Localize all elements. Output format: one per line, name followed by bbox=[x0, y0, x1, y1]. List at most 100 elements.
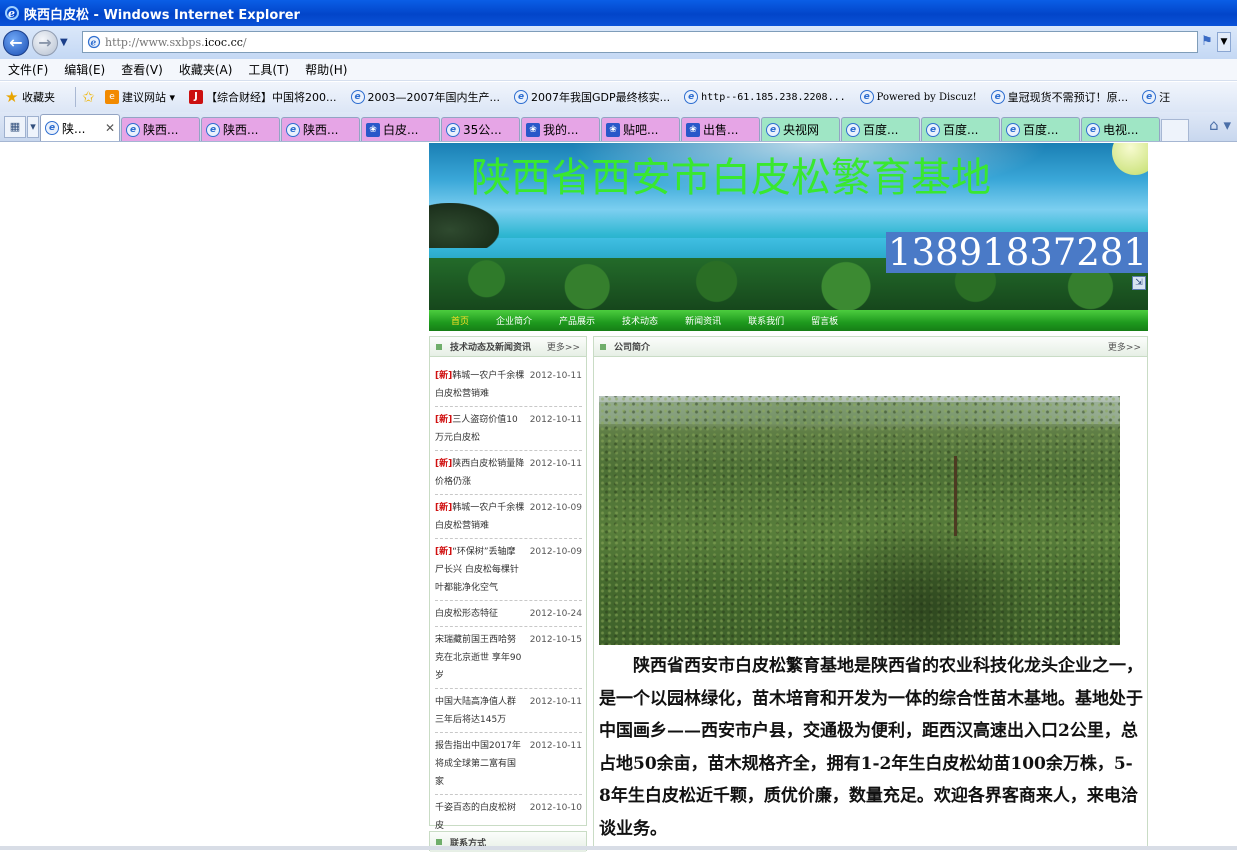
ie-logo-icon: e bbox=[5, 6, 19, 20]
favorite-link[interactable]: e 2003—2007年国内生产... bbox=[350, 89, 500, 105]
favorite-link[interactable]: e http--61.185.238.2208... bbox=[684, 90, 846, 104]
news-item[interactable]: 报告指出中国2017年将成全球第二富有国家 2012-10-11 bbox=[435, 733, 582, 795]
favorite-link-label: 汪 bbox=[1159, 91, 1171, 104]
browser-tab[interactable]: e 35公... bbox=[441, 117, 520, 141]
nav-products[interactable]: 产品展示 bbox=[559, 314, 595, 327]
news-title-text: 千姿百态的白皮松树皮 bbox=[435, 803, 517, 831]
forward-button[interactable]: → bbox=[32, 29, 58, 56]
news-list: [新]韩城一农户千余棵白皮松营销难 2012-10-11 [新]三人盗窃价值10万元… bbox=[430, 357, 586, 839]
window-title: 陕西白皮松 - Windows Internet Explorer bbox=[24, 7, 300, 23]
favorites-label: 收藏夹 bbox=[22, 91, 55, 104]
menu-help[interactable]: 帮助(H) bbox=[297, 61, 355, 78]
favorite-link[interactable]: e 2007年我国GDP最终核实... bbox=[514, 89, 670, 105]
menu-tools[interactable]: 工具(T) bbox=[240, 61, 297, 78]
menu-file[interactable]: 文件(F) bbox=[0, 61, 56, 78]
ie-page-icon: e bbox=[446, 122, 460, 137]
tab-list-dropdown[interactable]: ▾ bbox=[27, 116, 39, 138]
bullet-icon bbox=[600, 343, 606, 350]
news-title[interactable]: [新]陕西白皮松销量降价格仍涨 bbox=[435, 455, 524, 491]
news-item[interactable]: [新]“环保树”丢轴摩尸长兴 白皮松每棵针叶都能净化空气 2012-10-09 bbox=[435, 539, 582, 601]
menu-bar: 文件(F) 编辑(E) 查看(V) 收藏夹(A) 工具(T) 帮助(H) bbox=[0, 59, 1237, 81]
browser-tab[interactable]: ❀ 出售... bbox=[681, 117, 760, 141]
browser-tab[interactable]: e 央视网 bbox=[761, 117, 840, 141]
nav-guestbook[interactable]: 留言板 bbox=[811, 314, 838, 327]
news-title[interactable]: [新]韩城一农户千余棵白皮松营销难 bbox=[435, 499, 524, 535]
intro-more-link[interactable]: 更多>> bbox=[1108, 340, 1141, 353]
quick-tabs-button[interactable]: ▦ bbox=[4, 116, 26, 138]
news-title[interactable]: 报告指出中国2017年将成全球第二富有国家 bbox=[435, 737, 524, 791]
back-arrow-icon: ← bbox=[9, 33, 23, 52]
news-title[interactable]: 白皮松形态特征 bbox=[435, 605, 524, 623]
banner-phone: 13891837281 bbox=[886, 231, 1148, 274]
news-item[interactable]: 宋瑞藏前国王西哈努克在北京逝世 享年90岁 2012-10-15 bbox=[435, 627, 582, 689]
menu-favorites[interactable]: 收藏夹(A) bbox=[171, 61, 241, 78]
nav-home[interactable]: 首页 bbox=[451, 314, 469, 327]
news-item[interactable]: [新]韩城一农户千余棵白皮松营销难 2012-10-11 bbox=[435, 363, 582, 407]
news-title[interactable]: 宋瑞藏前国王西哈努克在北京逝世 享年90岁 bbox=[435, 631, 524, 685]
browser-tab[interactable]: e 陕西... bbox=[121, 117, 200, 141]
url-suffix: / bbox=[242, 35, 247, 49]
browser-tab[interactable]: e 陕西... bbox=[281, 117, 360, 141]
favorite-link[interactable]: J 【综合财经】中国将200... bbox=[189, 89, 337, 105]
ie-page-icon: e bbox=[990, 90, 1005, 104]
menu-edit[interactable]: 编辑(E) bbox=[56, 61, 113, 78]
menu-view[interactable]: 查看(V) bbox=[113, 61, 171, 78]
news-item[interactable]: [新]三人盗窃价值10万元白皮松 2012-10-11 bbox=[435, 407, 582, 451]
address-dropdown-icon[interactable]: ▼ bbox=[1217, 32, 1231, 52]
compatibility-view-icon[interactable]: ⚑ bbox=[1199, 34, 1215, 50]
home-icon[interactable]: ⌂ ▾ bbox=[1209, 116, 1231, 134]
baidu-paw-icon: ❀ bbox=[366, 122, 380, 137]
favorite-link[interactable]: e 建议网站 ▾ bbox=[105, 89, 175, 105]
browser-tab[interactable]: e 百度... bbox=[1001, 117, 1080, 141]
back-button[interactable]: ← bbox=[3, 29, 29, 56]
site-banner: 陕西省西安市白皮松繁育基地 13891837281 ⇲ bbox=[429, 143, 1148, 310]
news-more-link[interactable]: 更多>> bbox=[547, 340, 580, 353]
browser-tab[interactable]: e 百度... bbox=[921, 117, 1000, 141]
news-item[interactable]: 白皮松形态特征 2012-10-24 bbox=[435, 601, 582, 627]
nav-about[interactable]: 企业简介 bbox=[496, 314, 532, 327]
baidu-paw-icon: ❀ bbox=[686, 122, 700, 137]
news-item[interactable]: 中国大陆高净值人群三年后将达145万 2012-10-11 bbox=[435, 689, 582, 733]
nav-contact[interactable]: 联系我们 bbox=[748, 314, 784, 327]
tab-label: 电视... bbox=[1103, 123, 1139, 137]
browser-tab[interactable]: e 百度... bbox=[841, 117, 920, 141]
nav-tech[interactable]: 技术动态 bbox=[622, 314, 658, 327]
news-title[interactable]: 中国大陆高净值人群三年后将达145万 bbox=[435, 693, 524, 729]
favorites-button[interactable]: ★ 收藏夹 bbox=[5, 89, 55, 105]
address-bar[interactable]: e http://www.sxbps.icoc.cc/ bbox=[82, 31, 1198, 53]
news-title[interactable]: [新]三人盗窃价值10万元白皮松 bbox=[435, 411, 524, 447]
news-title[interactable]: [新]“环保树”丢轴摩尸长兴 白皮松每棵针叶都能净化空气 bbox=[435, 543, 524, 597]
favorite-link[interactable]: e 皇冠现货不需预订！原... bbox=[990, 89, 1128, 105]
news-title[interactable]: [新]韩城一农户千余棵白皮松营销难 bbox=[435, 367, 524, 403]
news-date: 2012-10-11 bbox=[529, 459, 582, 469]
tab-label: 我的... bbox=[543, 123, 579, 137]
tab-label: 百度... bbox=[1023, 123, 1059, 137]
page-ie-icon: e bbox=[87, 35, 101, 49]
tab-label: 贴吧... bbox=[623, 123, 659, 137]
ie-page-icon: e bbox=[846, 122, 860, 137]
close-tab-icon[interactable]: ✕ bbox=[105, 121, 115, 135]
browser-tab[interactable]: e 陕西... bbox=[201, 117, 280, 141]
browser-tab[interactable]: ❀ 我的... bbox=[521, 117, 600, 141]
browser-tab[interactable]: e 陕... ✕ bbox=[40, 114, 120, 141]
browser-tab[interactable]: ❀ 贴吧... bbox=[601, 117, 680, 141]
add-favorite-button[interactable]: ✩ bbox=[82, 90, 99, 105]
nav-news[interactable]: 新闻资讯 bbox=[685, 314, 721, 327]
suggested-sites-icon: e bbox=[105, 90, 119, 104]
new-tab-button[interactable] bbox=[1161, 119, 1189, 141]
news-date: 2012-10-24 bbox=[529, 609, 582, 619]
news-date: 2012-10-11 bbox=[529, 697, 582, 707]
news-item[interactable]: [新]陕西白皮松销量降价格仍涨 2012-10-11 bbox=[435, 451, 582, 495]
image-toolbar-icon[interactable]: ⇲ bbox=[1132, 276, 1146, 290]
browser-tab[interactable]: e 电视... bbox=[1081, 117, 1160, 141]
baidu-paw-icon: ❀ bbox=[526, 122, 540, 137]
news-item[interactable]: [新]韩城一农户千余棵白皮松营销难 2012-10-09 bbox=[435, 495, 582, 539]
horizontal-scrollbar[interactable] bbox=[0, 846, 1237, 850]
news-title-text: 白皮松形态特征 bbox=[435, 609, 499, 619]
favorite-link[interactable]: e Powered by Discuz! bbox=[859, 90, 977, 104]
news-title[interactable]: 千姿百态的白皮松树皮 bbox=[435, 799, 524, 835]
history-dropdown-icon[interactable]: ▼ bbox=[60, 37, 74, 48]
browser-tab[interactable]: ❀ 白皮... bbox=[361, 117, 440, 141]
favorite-link[interactable]: e 汪 bbox=[1142, 89, 1170, 105]
intro-text: 陕西省西安市白皮松繁育基地是陕西省的农业科技化龙头企业之一，是一个以园林绿化，苗… bbox=[599, 656, 1143, 839]
